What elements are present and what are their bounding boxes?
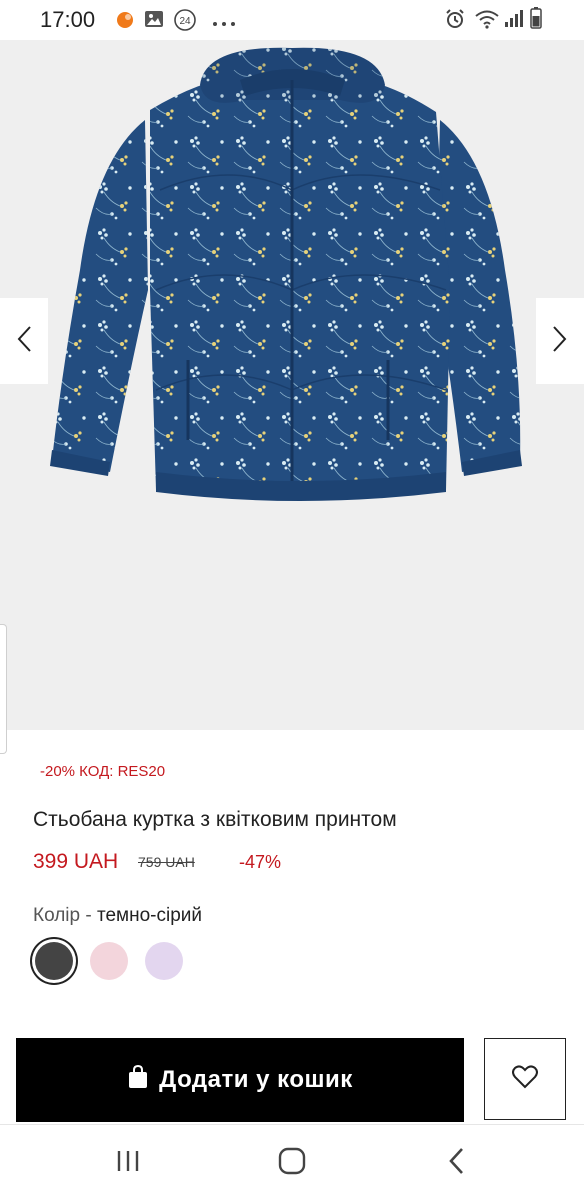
home-icon [278, 1147, 306, 1180]
add-to-cart-label: Додати у кошик [159, 1066, 353, 1093]
back-icon [448, 1147, 464, 1180]
prev-image-button[interactable] [0, 298, 48, 384]
status-bar: 17:00 24 [0, 0, 584, 40]
color-swatch-dark-grey[interactable] [35, 942, 73, 980]
product-image-gallery[interactable] [0, 40, 584, 730]
shopping-bag-icon [127, 1064, 149, 1096]
home-button[interactable] [270, 1145, 314, 1181]
chevron-right-icon [552, 325, 568, 358]
add-to-cart-button[interactable]: Додати у кошик [16, 1038, 464, 1122]
recent-apps-button[interactable] [106, 1145, 150, 1181]
battery-icon [530, 7, 542, 34]
signal-icon [504, 8, 524, 33]
status-time: 17:00 [40, 7, 96, 32]
old-price: 759 UAH [138, 854, 195, 870]
color-separator: - [80, 905, 97, 926]
alarm-icon [444, 8, 466, 35]
promo-code: -20% КОД: RES20 [40, 763, 166, 780]
next-image-button[interactable] [536, 298, 584, 384]
discount-percent: -47% [239, 852, 282, 872]
color-selection-label: Колір - темно-сірий [33, 905, 202, 927]
app-notification-icon [115, 10, 135, 35]
system-navigation-bar [0, 1124, 584, 1200]
back-button[interactable] [434, 1145, 478, 1181]
color-swatch-pink[interactable] [90, 942, 128, 980]
color-label: Колір [33, 905, 81, 926]
jacket-illustration [50, 47, 522, 501]
recent-apps-icon [115, 1149, 141, 1178]
color-value: темно-сірий [96, 905, 203, 926]
more-icon [212, 14, 236, 32]
side-panel-handle[interactable] [0, 624, 7, 754]
current-price: 399 UAH [33, 850, 119, 873]
product-title: Стьобана куртка з квітковим принтом [33, 808, 397, 831]
heart-icon [512, 1064, 538, 1094]
color-swatch-lavender[interactable] [145, 942, 183, 980]
notification-count: 24 [179, 16, 191, 27]
gallery-icon [144, 9, 164, 34]
notification-count-icon: 24 [173, 8, 197, 37]
wifi-icon [474, 8, 500, 35]
chevron-left-icon [16, 325, 32, 358]
wishlist-button[interactable] [484, 1038, 566, 1120]
product-image [50, 47, 522, 501]
